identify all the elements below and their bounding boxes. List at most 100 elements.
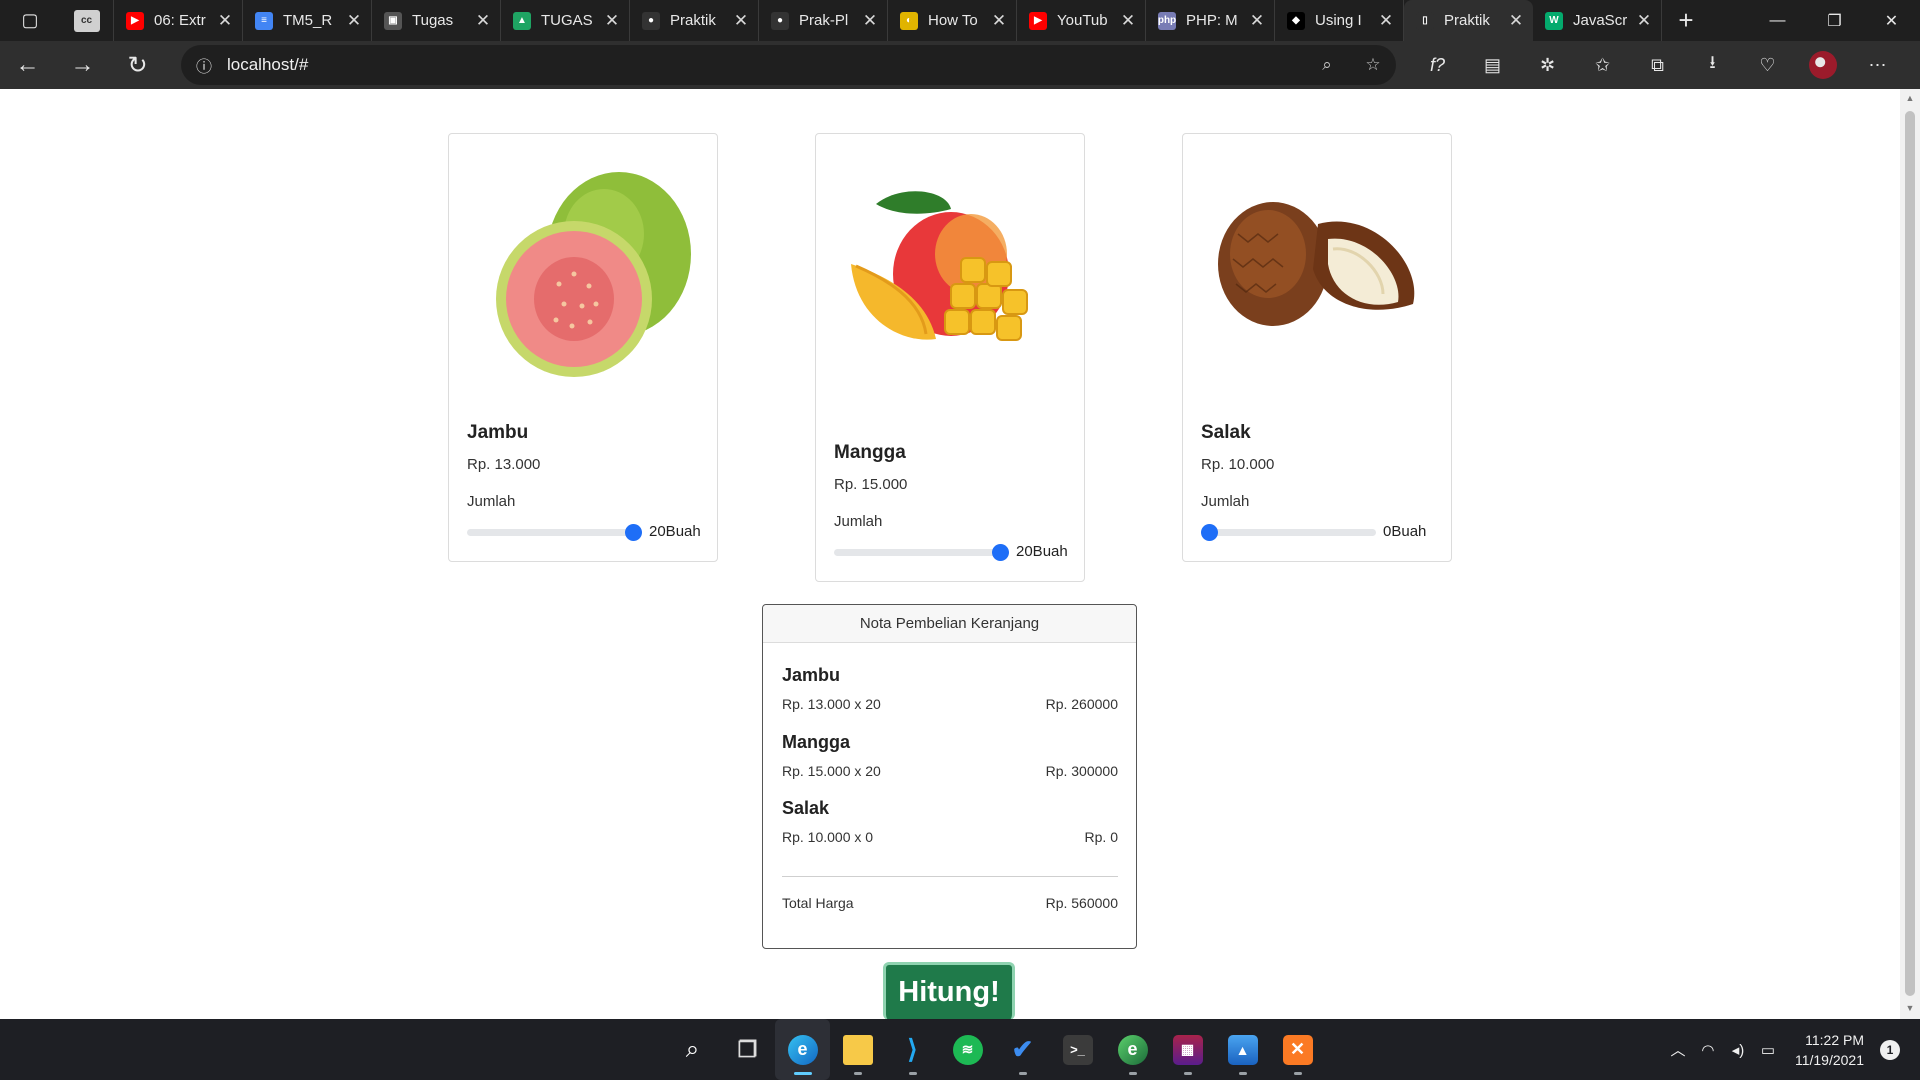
browser-tab[interactable]: ≡ TM5_R ✕ [243, 0, 372, 41]
notes-extension-icon[interactable]: ▤ [1465, 55, 1520, 76]
browser-essentials-icon[interactable]: ♡ [1740, 55, 1795, 76]
taskbar-spotify[interactable]: ≋ [940, 1019, 995, 1080]
slider-thumb[interactable] [992, 544, 1009, 561]
close-tab-icon[interactable]: ✕ [990, 11, 1008, 31]
browser-tab[interactable]: ▶ YouTub ✕ [1017, 0, 1146, 41]
taskbar-edge[interactable]: e [775, 1019, 830, 1080]
close-tab-icon[interactable]: ✕ [1377, 11, 1395, 31]
task-view-button[interactable]: ❐ [720, 1019, 775, 1080]
show-hidden-icons[interactable]: ︿ [1663, 1039, 1693, 1060]
tab-actions-icon[interactable]: ▢ [0, 0, 60, 41]
page-content: Jambu Rp. 13.000 Jumlah 20Buah Mangga Rp… [0, 89, 1900, 1019]
tab-title: TM5_R [283, 12, 333, 29]
new-tab-button[interactable]: + [1662, 0, 1710, 41]
close-window-button[interactable]: ✕ [1863, 0, 1920, 41]
receipt-item-name: Salak [782, 798, 830, 818]
quantity-slider[interactable] [834, 544, 1009, 561]
battery-icon[interactable]: ▭ [1753, 1041, 1783, 1059]
hitung-button[interactable]: Hitung! [883, 962, 1015, 1019]
browser-tab[interactable]: W JavaScr ✕ [1533, 0, 1662, 41]
tab-title: YouTub [1057, 12, 1108, 29]
product-card-mangga: Mangga Rp. 15.000 Jumlah 20Buah [815, 133, 1085, 582]
close-tab-icon[interactable]: ✕ [1248, 11, 1266, 31]
quantity-slider[interactable] [1201, 524, 1376, 541]
receipt-card: Nota Pembelian Keranjang Jambu Rp. 13.00… [762, 604, 1137, 949]
guava-image [496, 172, 691, 377]
site-icon: ◆ [1287, 11, 1305, 30]
taskbar-xampp[interactable]: ✕ [1270, 1019, 1325, 1080]
extensions-icon[interactable]: ✲ [1520, 55, 1575, 76]
close-tab-icon[interactable]: ✕ [1507, 11, 1525, 31]
taskbar-photos[interactable]: ▲ [1215, 1019, 1270, 1080]
clock[interactable]: 11:22 PM 11/19/2021 [1795, 1030, 1864, 1070]
windows-icon [624, 1036, 652, 1064]
favorites-icon[interactable]: ✩ [1575, 55, 1630, 76]
close-tab-icon[interactable]: ✕ [603, 11, 621, 31]
taskbar-winrar[interactable]: ▦ [1160, 1019, 1215, 1080]
product-name: Jambu [467, 422, 529, 443]
back-button[interactable]: ← [0, 41, 55, 89]
add-favorite-icon[interactable]: ☆ [1350, 55, 1396, 75]
profile-avatar[interactable] [1795, 51, 1850, 79]
taskbar-file-explorer[interactable] [830, 1019, 885, 1080]
close-tab-icon[interactable]: ✕ [732, 11, 750, 31]
browser-tab[interactable]: ▯ Praktik ✕ [1404, 0, 1533, 41]
browser-tab[interactable]: php PHP: M ✕ [1146, 0, 1275, 41]
notification-badge[interactable]: 1 [1880, 1039, 1900, 1060]
receipt-item: Salak Rp. 10.000 x 0 Rp. 0 [782, 798, 1118, 845]
forward-button[interactable]: → [55, 41, 110, 89]
address-bar[interactable]: ⓘ localhost/# ⌕ ☆ [181, 45, 1396, 85]
browser-tab[interactable]: ◐ How To ✕ [888, 0, 1017, 41]
browser-tab[interactable]: cc [60, 0, 114, 41]
close-tab-icon[interactable]: ✕ [474, 11, 492, 31]
slider-thumb[interactable] [1201, 524, 1218, 541]
site-info-icon[interactable]: ⓘ [181, 53, 227, 77]
toolbar-extensions: f? ▤ ✲ ✩ ⧉ ⭳ ♡ ⋯ [1410, 41, 1905, 89]
taskbar-apps: ⌕ ❐ e ⟩ ≋ ✔ >_ e ▦ ▲ ✕ [610, 1019, 1325, 1080]
function-icon[interactable]: f? [1410, 55, 1465, 76]
volume-icon[interactable]: ◂) [1723, 1041, 1753, 1059]
browser-tab[interactable]: ● Praktik ✕ [630, 0, 759, 41]
scroll-up-icon[interactable]: ▲ [1904, 93, 1916, 103]
scrollbar-thumb[interactable] [1905, 111, 1915, 996]
browser-tab[interactable]: ▶ 06: Extr ✕ [114, 0, 243, 41]
zoom-icon[interactable]: ⌕ [1304, 55, 1350, 75]
taskbar-todo[interactable]: ✔ [995, 1019, 1050, 1080]
wifi-icon[interactable]: ◠ [1693, 1041, 1723, 1059]
window-controls: — ❐ ✕ [1749, 0, 1920, 41]
browser-tab[interactable]: ◆ Using I ✕ [1275, 0, 1404, 41]
youtube-icon: ▶ [1029, 11, 1047, 30]
more-menu-icon[interactable]: ⋯ [1850, 55, 1905, 76]
scroll-down-icon[interactable]: ▼ [1904, 1003, 1916, 1013]
site-icon: ◐ [900, 11, 918, 30]
page-scrollbar[interactable]: ▲ ▼ [1900, 89, 1920, 1019]
taskbar-edge-dev[interactable]: e [1105, 1019, 1160, 1080]
close-tab-icon[interactable]: ✕ [1635, 11, 1653, 31]
refresh-button[interactable]: ↻ [110, 41, 165, 89]
search-button[interactable]: ⌕ [665, 1019, 720, 1080]
close-tab-icon[interactable]: ✕ [216, 11, 234, 31]
receipt-item-name: Mangga [782, 732, 851, 752]
close-tab-icon[interactable]: ✕ [861, 11, 879, 31]
php-icon: php [1158, 11, 1176, 30]
close-tab-icon[interactable]: ✕ [345, 11, 363, 31]
browser-tab[interactable]: ▣ Tugas ✕ [372, 0, 501, 41]
receipt-item-subtotal: Rp. 0 [1084, 829, 1118, 845]
quantity-slider[interactable] [467, 524, 642, 541]
start-button[interactable] [610, 1019, 665, 1080]
tab-title: Prak-Pl [799, 12, 849, 29]
browser-tab[interactable]: ● Prak-Pl ✕ [759, 0, 888, 41]
downloads-icon[interactable]: ⭳ [1685, 50, 1740, 80]
slider-thumb[interactable] [625, 524, 642, 541]
collections-icon[interactable]: ⧉ [1630, 55, 1685, 76]
youtube-icon: ▶ [126, 11, 144, 30]
close-tab-icon[interactable]: ✕ [1119, 11, 1137, 31]
address-text[interactable]: localhost/# [227, 55, 1304, 75]
taskbar-terminal[interactable]: >_ [1050, 1019, 1105, 1080]
product-price: Rp. 15.000 [834, 476, 908, 493]
maximize-button[interactable]: ❐ [1806, 0, 1863, 41]
taskbar-vscode[interactable]: ⟩ [885, 1019, 940, 1080]
minimize-button[interactable]: — [1749, 0, 1806, 41]
browser-tab[interactable]: ▲ TUGAS ✕ [501, 0, 630, 41]
receipt-item: Mangga Rp. 15.000 x 20 Rp. 300000 [782, 732, 1118, 779]
